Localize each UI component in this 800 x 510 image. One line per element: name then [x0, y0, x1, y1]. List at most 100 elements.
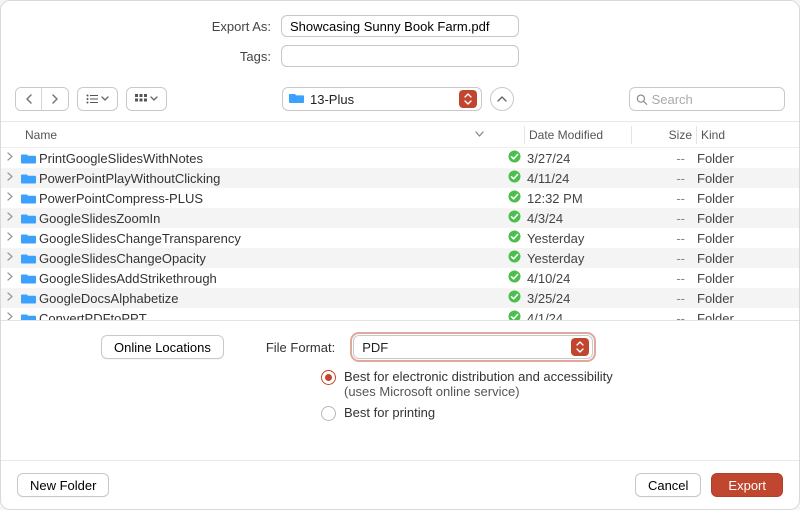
grid-icon [135, 94, 147, 104]
file-name: GoogleSlidesChangeTransparency [37, 231, 501, 246]
file-size: -- [633, 231, 697, 246]
file-kind: Folder [697, 191, 799, 206]
disclosure-triangle-icon[interactable] [1, 252, 19, 264]
collapse-button[interactable] [490, 87, 514, 111]
table-row[interactable]: GoogleSlidesChangeTransparencyYesterday-… [1, 228, 799, 248]
table-row[interactable]: GoogleSlidesAddStrikethrough 4/10/24--Fol… [1, 268, 799, 288]
folder-icon [19, 293, 37, 304]
disclosure-triangle-icon[interactable] [1, 152, 19, 164]
radio-best-electronic-sublabel: (uses Microsoft online service) [344, 384, 520, 399]
table-row[interactable]: ConvertPDFtoPPT4/1/24--Folder [1, 308, 799, 320]
tags-label: Tags: [1, 49, 281, 64]
new-folder-button[interactable]: New Folder [17, 473, 109, 497]
chevron-down-icon [101, 96, 109, 102]
folder-icon [289, 92, 304, 107]
file-list: Name Date Modified Size Kind PrintGoogle… [1, 121, 799, 321]
file-size: -- [633, 271, 697, 286]
options-area: Online Locations File Format: PDF Best f… [1, 321, 799, 437]
file-name: PrintGoogleSlidesWithNotes [37, 151, 501, 166]
disclosure-triangle-icon[interactable] [1, 292, 19, 304]
file-kind: Folder [697, 231, 799, 246]
nav-back-button[interactable] [16, 88, 42, 110]
table-row[interactable]: PrintGoogleSlidesWithNotes3/27/24--Folde… [1, 148, 799, 168]
file-size: -- [633, 171, 697, 186]
file-date: 4/11/24 [527, 171, 633, 186]
disclosure-triangle-icon[interactable] [1, 272, 19, 284]
radio-icon [321, 370, 336, 385]
export-button[interactable]: Export [711, 473, 783, 497]
file-date: 3/25/24 [527, 291, 633, 306]
table-row[interactable]: GoogleSlidesZoomIn4/3/24--Folder [1, 208, 799, 228]
file-size: -- [633, 151, 697, 166]
folder-icon [19, 173, 37, 184]
column-name-label: Name [25, 128, 57, 142]
cancel-button[interactable]: Cancel [635, 473, 701, 497]
sync-status-icon [501, 210, 527, 226]
radio-best-printing[interactable]: Best for printing [321, 405, 779, 421]
column-kind[interactable]: Kind [697, 128, 799, 142]
file-format-popup[interactable]: PDF [353, 335, 593, 359]
file-name: GoogleSlidesChangeOpacity [37, 251, 501, 266]
sync-status-icon [501, 170, 527, 186]
tags-input[interactable] [281, 45, 519, 67]
sync-status-icon [501, 190, 527, 206]
file-name: PowerPointPlayWithoutClicking [37, 171, 501, 186]
column-date[interactable]: Date Modified [525, 128, 631, 142]
export-as-row: Export As: [1, 15, 799, 37]
file-size: -- [633, 191, 697, 206]
column-name[interactable]: Name [21, 128, 498, 142]
file-date: 3/27/24 [527, 151, 633, 166]
export-dialog: Export As: Tags: [0, 0, 800, 510]
form-top: Export As: Tags: [1, 1, 799, 81]
file-date: 4/10/24 [527, 271, 633, 286]
table-row[interactable]: GoogleDocsAlphabetize3/25/24--Folder [1, 288, 799, 308]
view-mode-button[interactable] [77, 87, 118, 111]
search-input[interactable] [652, 92, 778, 107]
online-locations-button[interactable]: Online Locations [101, 335, 224, 359]
radio-icon [321, 406, 336, 421]
location-popup[interactable]: 13-Plus [282, 87, 482, 111]
file-kind: Folder [697, 211, 799, 226]
disclosure-triangle-icon[interactable] [1, 192, 19, 204]
file-list-body: PrintGoogleSlidesWithNotes3/27/24--Folde… [1, 148, 799, 320]
stepper-icon [571, 338, 589, 356]
file-kind: Folder [697, 271, 799, 286]
file-name: GoogleSlidesAddStrikethrough [37, 271, 501, 286]
folder-icon [19, 313, 37, 321]
sync-status-icon [501, 270, 527, 286]
file-kind: Folder [697, 171, 799, 186]
file-kind: Folder [697, 251, 799, 266]
disclosure-triangle-icon[interactable] [1, 232, 19, 244]
nav-forward-button[interactable] [42, 88, 68, 110]
folder-icon [19, 213, 37, 224]
disclosure-triangle-icon[interactable] [1, 312, 19, 320]
file-name: ConvertPDFtoPPT [37, 311, 501, 321]
file-size: -- [633, 311, 697, 321]
file-date: 4/1/24 [527, 311, 633, 321]
file-list-header: Name Date Modified Size Kind [1, 122, 799, 148]
radio-best-electronic[interactable]: Best for electronic distribution and acc… [321, 369, 779, 399]
file-kind: Folder [697, 291, 799, 306]
radio-best-electronic-label: Best for electronic distribution and acc… [344, 369, 613, 384]
chevron-down-icon [150, 96, 158, 102]
dialog-footer: New Folder Cancel Export [1, 460, 799, 509]
table-row[interactable]: GoogleSlidesChangeOpacityYesterday--Fold… [1, 248, 799, 268]
pdf-quality-group: Best for electronic distribution and acc… [321, 369, 779, 421]
folder-icon [19, 253, 37, 264]
sort-indicator-icon [475, 131, 484, 138]
chevron-up-icon [497, 95, 507, 103]
file-format-label: File Format: [266, 340, 335, 355]
table-row[interactable]: PowerPointPlayWithoutClicking 4/11/24--Fo… [1, 168, 799, 188]
table-row[interactable]: PowerPointCompress-PLUS12:32 PM--Folder [1, 188, 799, 208]
sync-status-icon [501, 310, 527, 320]
file-size: -- [633, 211, 697, 226]
disclosure-triangle-icon[interactable] [1, 172, 19, 184]
list-icon [86, 94, 98, 104]
search-field[interactable] [629, 87, 785, 111]
column-size[interactable]: Size [632, 128, 696, 142]
group-mode-button[interactable] [126, 87, 167, 111]
radio-best-printing-label: Best for printing [344, 405, 435, 420]
location-label: 13-Plus [310, 92, 453, 107]
disclosure-triangle-icon[interactable] [1, 212, 19, 224]
export-as-input[interactable] [281, 15, 519, 37]
